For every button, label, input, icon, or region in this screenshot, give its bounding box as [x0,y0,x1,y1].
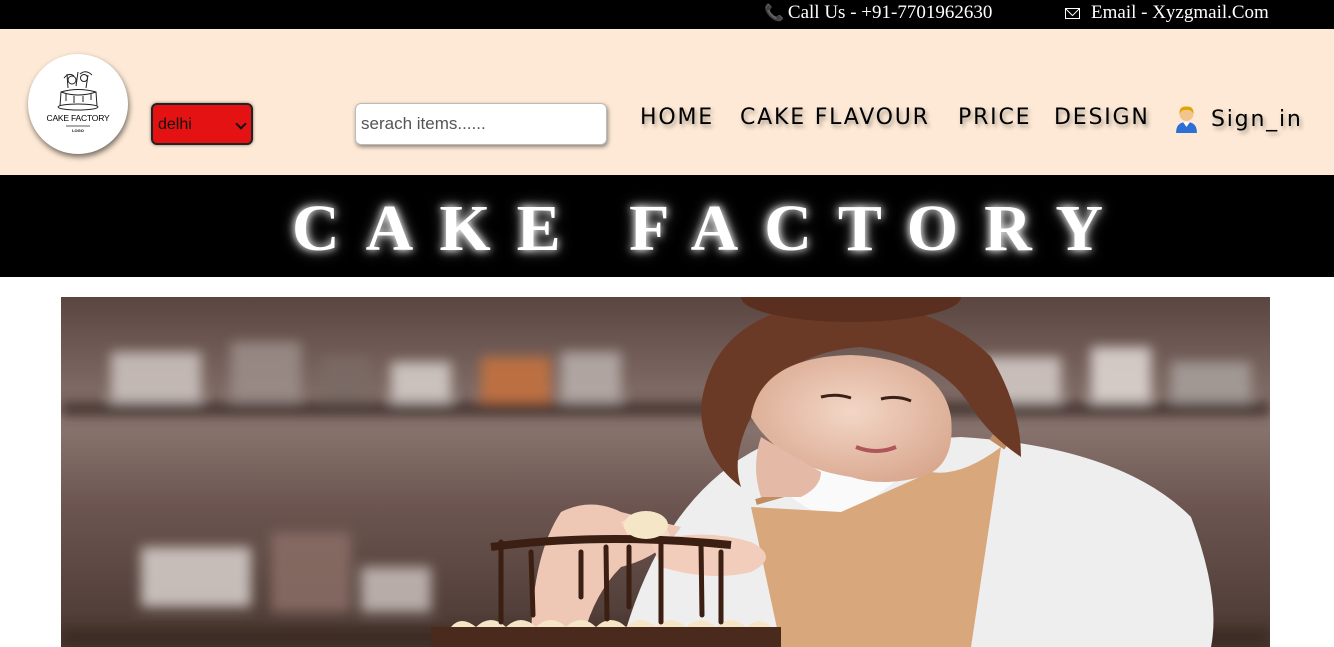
logo[interactable]: CAKE FACTORY LOGO [28,54,128,154]
nav-price[interactable]: PRICE [958,105,1031,130]
cake-logo-drawing [57,71,99,127]
user-icon [1176,106,1197,133]
title-banner: CAKE FACTORY [0,175,1334,277]
nav-cake-flavour[interactable]: CAKE FLAVOUR [740,105,930,130]
nav-design[interactable]: DESIGN [1054,105,1150,130]
search-input[interactable] [355,103,607,145]
city-select-value: delhi [158,116,192,133]
email-info[interactable]: Email - Xyzgmail.Com [1065,2,1269,24]
logo-name: CAKE FACTORY [46,113,110,123]
mail-icon [1065,7,1080,19]
email-text: Email - Xyzgmail.Com [1091,2,1269,23]
site-header: CAKE FACTORY LOGO delhi HOME CAKE FLAVOU… [0,29,1334,175]
call-text: Call Us - +91-7701962630 [787,2,993,23]
city-select[interactable]: delhi [151,103,253,145]
baker-decorating-cake-image [61,297,1270,647]
call-info[interactable]: 📞 Call Us - +91-7701962630 [764,2,992,24]
nav-home[interactable]: HOME [640,105,714,130]
sign-in-label: Sign_in [1211,106,1303,132]
logo-sub: LOGO [72,128,84,133]
phone-icon: 📞 [764,5,784,22]
nav-sign-in[interactable]: Sign_in [1174,105,1303,133]
top-contact-bar: 📞 Call Us - +91-7701962630 Email - Xyzgm… [0,0,1334,29]
hero-image [61,297,1270,647]
chevron-down-icon [235,118,247,130]
banner-title: CAKE FACTORY [292,192,1130,265]
